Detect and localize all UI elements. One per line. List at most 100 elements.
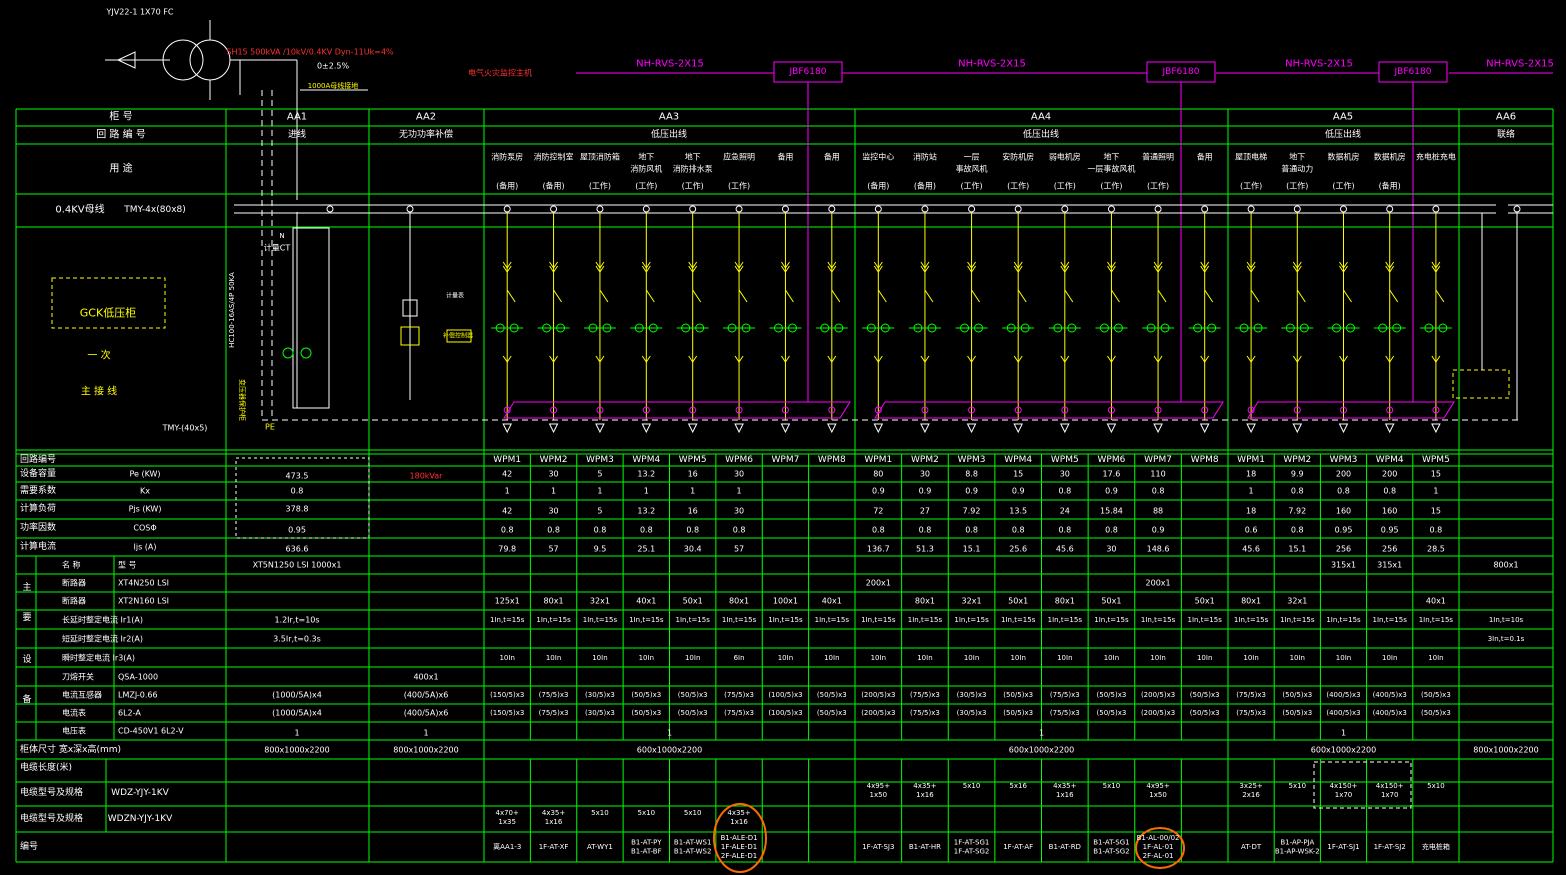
cell-text: 110 — [1150, 470, 1165, 479]
circuit-number: B1-AP-PJA — [1280, 839, 1314, 847]
ct-symbol — [300, 347, 312, 359]
output-terminal — [1199, 423, 1210, 434]
circuit-number: AT-DT — [1241, 843, 1262, 851]
cell-text: (100/5)x3 — [768, 709, 802, 717]
wpm-label: WPM7 — [772, 455, 800, 465]
use-label: 弱电机房 — [1049, 152, 1081, 162]
electrical-single-line-diagram: YJV22-1 1X70 FC SH15 500kVA /10kV/0.4KV D… — [15, 8, 1554, 873]
use-label: 数据机房 — [1328, 152, 1360, 162]
fire-monitor-label: 电气火灾监控主机 — [468, 68, 532, 78]
cell-text: 1 — [1039, 729, 1044, 738]
cell-text: (30/5)x3 — [957, 709, 987, 717]
param-unit: Ijs (A) — [133, 543, 156, 552]
cell-text: 7.92 — [963, 507, 981, 516]
equip-model: XT2N160 LSI — [118, 597, 169, 606]
busbar-tap — [1386, 205, 1394, 213]
wpm-label: WPM3 — [586, 455, 614, 465]
busbar-spec: TMY-4x(80x8) — [123, 205, 186, 215]
cell-text: 4x35+ — [913, 782, 937, 790]
output-terminal — [1153, 423, 1163, 434]
cell-text: 0.8 — [1291, 526, 1304, 535]
param-unit: Pe (KW) — [129, 470, 160, 479]
use-label: 地下 — [1289, 152, 1305, 162]
cell-text: (50/5)x3 — [678, 691, 708, 699]
circuit-number: B1-AT-SG2 — [1093, 848, 1129, 856]
use-label: (备用) — [867, 181, 889, 191]
cell-text: 1In,t=15s — [1001, 616, 1036, 624]
cell-text: 0.8 — [640, 526, 653, 535]
use-label: (工作) — [1286, 181, 1308, 191]
output-terminal — [1292, 423, 1303, 434]
cell-text: 200 — [1382, 470, 1397, 479]
cell-text: 30 — [734, 470, 744, 479]
cell-text: 4x35+ — [1053, 782, 1077, 790]
transformer-spec: SH15 500kVA /10kV/0.4KV Dyn-11Uk=4% — [226, 48, 394, 57]
cell-text: 5 — [597, 470, 602, 479]
cell-text: 10In — [1057, 654, 1072, 662]
cell-text: (50/5)x3 — [1097, 709, 1127, 717]
wpm-label: WPM5 — [1422, 455, 1450, 465]
circuit-number: B1-AT-PY — [631, 839, 662, 847]
wpm-label: WPM8 — [1191, 455, 1219, 465]
cell-text: 473.5 — [286, 472, 309, 481]
diagram-label: 主 接 线 — [81, 385, 117, 398]
cell-text: 32x1 — [590, 597, 610, 606]
cell-text: (50/5)x3 — [631, 709, 661, 717]
output-terminal — [641, 423, 652, 434]
busbar-tap — [326, 205, 334, 213]
use-label: 一层事故风机 — [1087, 164, 1135, 174]
output-terminal — [548, 423, 559, 434]
cell-text: 25.6 — [1009, 545, 1027, 554]
circuit-number: B1-AT-HR — [909, 843, 941, 851]
use-label: 地下 — [638, 152, 654, 162]
cell-text: 100x1 — [773, 597, 798, 606]
cell-text: (400/5)x3 — [1326, 709, 1360, 717]
cell-text: 4x150+ — [1376, 782, 1404, 790]
cell-text: 10In — [871, 654, 886, 662]
cell-text: 1In,t=15s — [1094, 616, 1129, 624]
cell-text: 0.9 — [919, 487, 932, 496]
circuit-number: B1-AT-BF — [631, 848, 662, 856]
cell-text: (50/5)x3 — [1190, 709, 1220, 717]
cell-text: (50/5)x3 — [1421, 691, 1451, 699]
cell-text: 10In — [685, 654, 700, 662]
circuit-number: B1-AP-WSK-2 — [1275, 848, 1320, 856]
use-label: 备用 — [824, 152, 840, 162]
cell-text: 18 — [1246, 470, 1256, 479]
equip-label: 电流表 — [62, 708, 86, 718]
tap-range: 0±2.5% — [317, 62, 350, 71]
param-label: 需要系数 — [20, 484, 56, 496]
wpm-label: WPM2 — [1283, 455, 1311, 465]
cell-text: (50/5)x3 — [817, 691, 847, 699]
cell-text: 800x1000x2200 — [393, 746, 458, 755]
output-terminal — [687, 423, 698, 434]
cell-text: 40x1 — [822, 597, 842, 606]
output-terminal — [966, 423, 977, 434]
cell-text: 0.8 — [1337, 487, 1350, 496]
cell-text: 13.2 — [637, 507, 655, 516]
cell-text: 5 — [597, 507, 602, 516]
size-label: 柜体尺寸 宽x深x高(mm) — [20, 743, 121, 755]
busbar-tap — [1432, 205, 1440, 213]
cell-text: 32x1 — [1287, 597, 1307, 606]
cell-text: (50/5)x3 — [1097, 691, 1127, 699]
cell-text: 10In — [1428, 654, 1443, 662]
cell-text: 17.6 — [1103, 470, 1121, 479]
cell-text: 3x25+ — [1239, 782, 1263, 790]
cell-text: (400/5)x3 — [1373, 691, 1407, 699]
param-unit: COSΦ — [133, 524, 156, 533]
circuit-number: B1-AT-SG1 — [1093, 839, 1129, 847]
use-label: 一层 — [964, 153, 980, 162]
cell-text: 1 — [1433, 487, 1438, 496]
cell-text: 600x1000x2200 — [1009, 746, 1074, 755]
use-label: (工作) — [1054, 181, 1076, 191]
use-label: (工作) — [1100, 181, 1122, 191]
monitor-bus — [874, 401, 1224, 419]
cell-text: 15.1 — [963, 545, 981, 554]
cell-text: 6In — [734, 654, 745, 662]
cell-text: 800x1 — [1493, 561, 1518, 570]
cell-text: 1 — [1249, 487, 1254, 496]
section-label: 主 — [22, 581, 31, 593]
busbar-tap — [1340, 205, 1347, 213]
cell-text: 10In — [1382, 654, 1397, 662]
